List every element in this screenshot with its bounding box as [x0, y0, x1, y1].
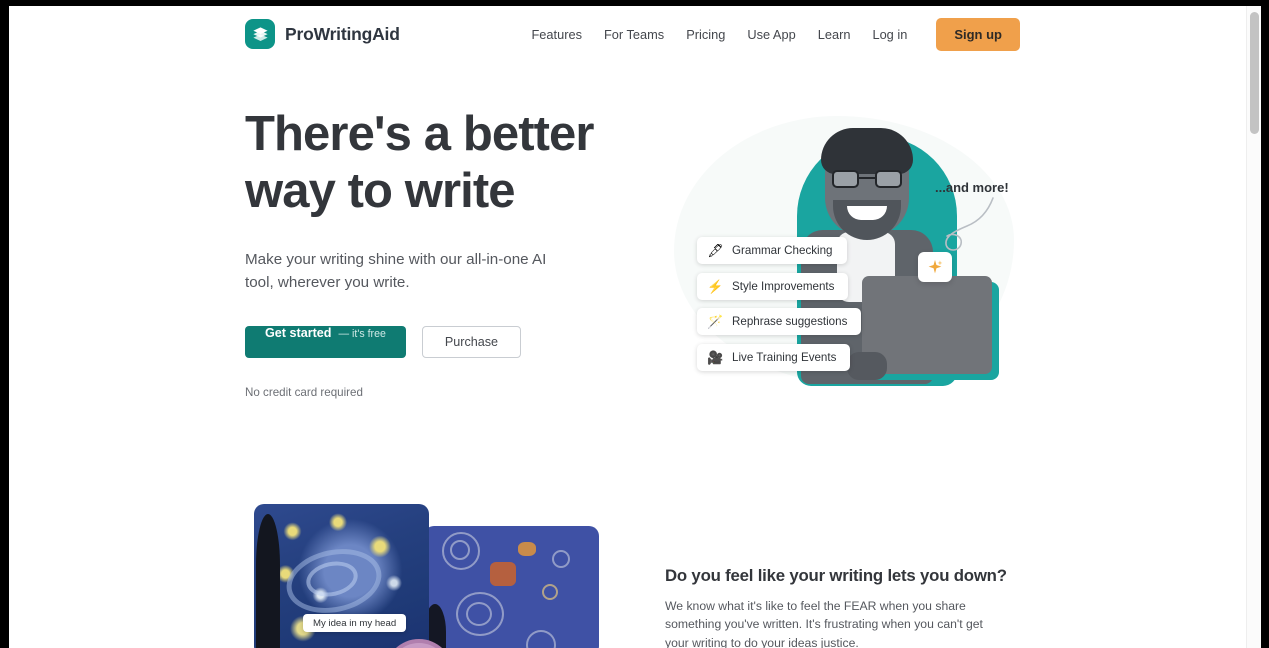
brand-logo-link[interactable]: ProWritingAid — [245, 19, 400, 49]
scrollbar-thumb[interactable] — [1250, 12, 1259, 134]
hero-title-line-1: There's a better — [245, 107, 594, 161]
vertical-scrollbar[interactable] — [1246, 6, 1261, 648]
feather-pen-icon: 🖋 — [707, 243, 724, 258]
glasses-lens-left — [832, 170, 859, 188]
brand-name: ProWritingAid — [285, 23, 400, 44]
feature-label: Grammar Checking — [732, 244, 833, 257]
get-started-button[interactable]: Get started — it's free — [245, 326, 406, 358]
get-started-label: Get started — [265, 326, 332, 340]
starry-caption: My idea in my head — [303, 614, 407, 632]
feature-label: Live Training Events — [732, 350, 837, 364]
glasses-bridge — [859, 177, 875, 180]
feature-pill-list: 🖋 Grammar Checking ⚡ Style Improvements … — [697, 237, 862, 371]
purchase-button[interactable]: Purchase — [421, 326, 522, 358]
lower-text-block: Do you feel like your writing lets you d… — [665, 566, 1025, 648]
hero-cta-group: Get started — it's free Purchase — [245, 326, 645, 358]
hero-text-block: There's a better way to write Make your … — [245, 106, 645, 399]
feature-pill-style-improvements[interactable]: ⚡ Style Improvements — [697, 272, 849, 300]
spiral-shape — [552, 550, 570, 568]
nav-item-pricing[interactable]: Pricing — [675, 19, 736, 50]
film-camera-icon: 🎥 — [707, 349, 724, 365]
nav-item-for-teams[interactable]: For Teams — [593, 19, 675, 50]
person-hair — [821, 128, 913, 174]
main-navigation: Features For Teams Pricing Use App Learn… — [520, 18, 1020, 51]
nav-item-learn[interactable]: Learn — [807, 19, 862, 50]
feature-pill-rephrase-suggestions[interactable]: 🪄 Rephrase suggestions — [697, 308, 862, 335]
hero-illustration: ...and more! 🖋 Grammar Checking ⚡ Style … — [669, 104, 1029, 399]
hero-title-line-2: way to write — [245, 164, 516, 218]
page-title: There's a better way to write — [245, 106, 645, 220]
paint-blotch — [490, 562, 516, 586]
section-heading: Do you feel like your writing lets you d… — [665, 566, 1007, 585]
spiral-shape — [450, 540, 470, 560]
hero-subtitle: Make your writing shine with our all-in-… — [245, 251, 547, 291]
and-more-label: ...and more! — [935, 180, 1009, 195]
spiral-shape — [542, 584, 558, 600]
feature-pill-live-training-events[interactable]: 🎥 Live Training Events — [697, 343, 851, 371]
starry-night-illustration: My idea in my head — [245, 496, 605, 648]
spiral-shape — [466, 602, 492, 626]
spiral-shape — [526, 630, 556, 648]
site-header: ProWritingAid Features For Teams Pricing… — [9, 6, 1261, 63]
no-credit-card-note: No credit card required — [245, 386, 363, 399]
cypress-tree-shape — [256, 514, 280, 648]
stacked-books-icon — [245, 19, 275, 49]
glasses-icon — [832, 170, 902, 188]
lightning-bolt-icon: ⚡ — [707, 278, 724, 294]
feature-pill-grammar-checking[interactable]: 🖋 Grammar Checking — [697, 237, 847, 264]
curly-pointer-icon — [945, 197, 994, 251]
sign-up-button[interactable]: Sign up — [936, 18, 1020, 51]
simplified-painting-card — [424, 526, 599, 648]
page-content: ProWritingAid Features For Teams Pricing… — [9, 6, 1261, 648]
feature-label: Style Improvements — [732, 279, 835, 293]
feature-label: Rephrase suggestions — [732, 315, 848, 328]
nav-item-features[interactable]: Features — [520, 19, 593, 50]
get-started-note: — it's free — [338, 328, 386, 340]
nav-item-use-app[interactable]: Use App — [736, 19, 806, 50]
nav-item-log-in[interactable]: Log in — [861, 19, 918, 50]
sparkle-icon — [928, 259, 943, 274]
paint-blotch — [518, 542, 536, 556]
magic-wand-icon: 🪄 — [707, 314, 724, 329]
glasses-lens-right — [875, 170, 902, 188]
browser-viewport: ProWritingAid Features For Teams Pricing… — [0, 0, 1269, 648]
section-body-text: We know what it's like to feel the FEAR … — [665, 599, 983, 648]
